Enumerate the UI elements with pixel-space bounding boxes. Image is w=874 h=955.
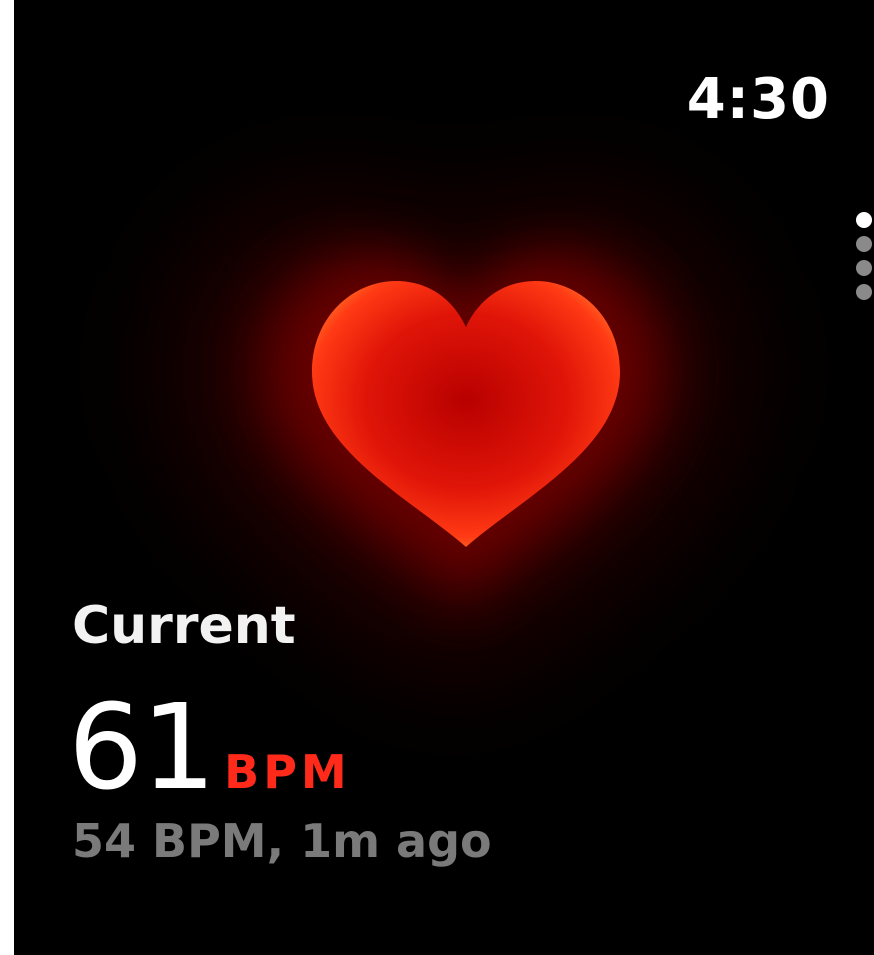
heart-rate-unit: BPM	[224, 745, 351, 799]
heart-rate-value: 61	[68, 678, 216, 816]
current-heart-rate: 61 BPM	[68, 688, 351, 806]
page-dot[interactable]	[856, 212, 872, 228]
page-dot[interactable]	[856, 260, 872, 276]
clock-time: 4:30	[686, 67, 830, 132]
page-dot[interactable]	[856, 284, 872, 300]
current-label: Current	[72, 596, 296, 656]
previous-reading: 54 BPM, 1m ago	[72, 814, 492, 868]
page-dot[interactable]	[856, 236, 872, 252]
watch-screen: 4:30 Current 61 BPM 54 BPM, 1m ago	[14, 0, 874, 955]
page-indicator[interactable]	[856, 212, 874, 308]
